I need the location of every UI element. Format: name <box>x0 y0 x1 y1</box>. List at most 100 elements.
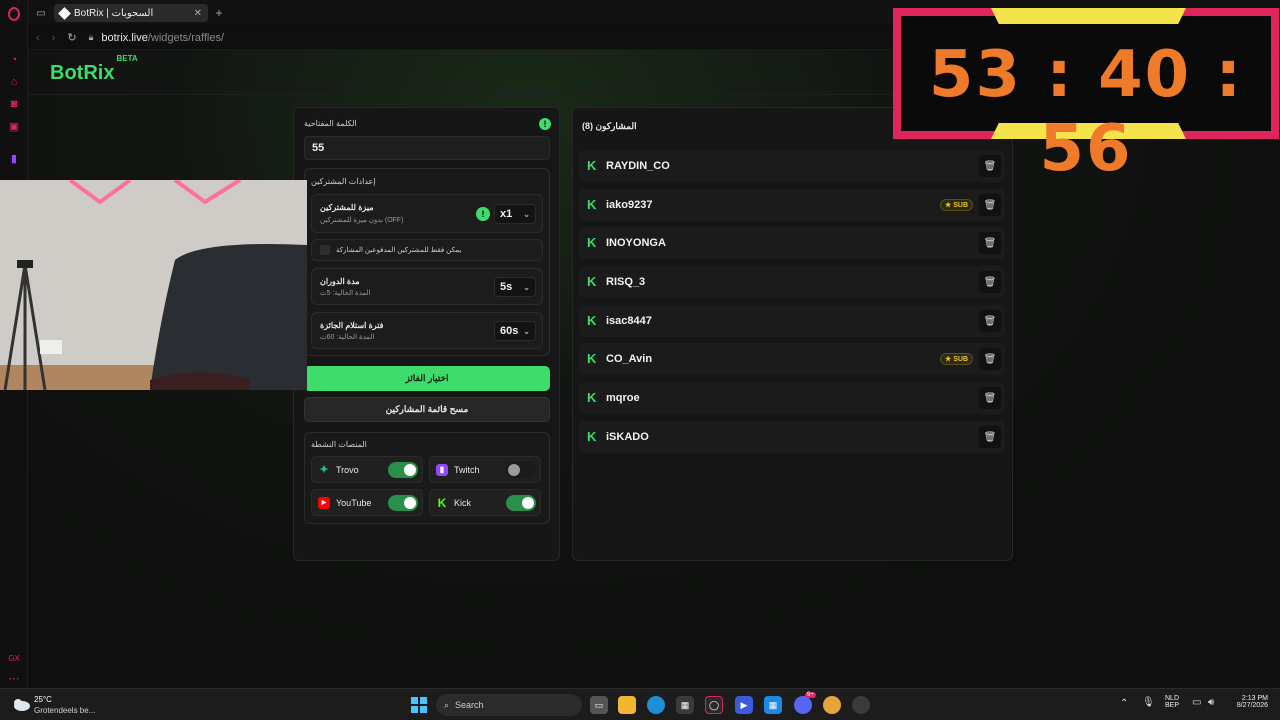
url-field[interactable]: botrix.live/widgets/raffles/ <box>101 32 224 44</box>
sub-feature-info-icon[interactable]: ! <box>476 207 490 221</box>
raffle-settings-panel: الكلمة المفتاحية ! 55 إعدادات المشتركين … <box>293 107 560 561</box>
kick-icon: K <box>587 274 597 289</box>
clear-participants-button[interactable]: مسح قائمة المشاركين <box>304 397 550 422</box>
botrix-logo[interactable]: BotRixBETA <box>50 54 138 85</box>
claim-period-select[interactable]: 60s ⌄ <box>494 321 536 341</box>
grid-app-icon[interactable]: ▦ <box>764 696 782 714</box>
windows-start-icon[interactable] <box>410 696 428 714</box>
claim-title: فترة استلام الجائزة <box>320 321 384 330</box>
platform-twitch: ▮ Twitch <box>429 456 541 483</box>
platform-youtube: ▶ YouTube <box>311 489 423 516</box>
beta-badge: BETA <box>116 54 138 64</box>
keyword-input[interactable]: 55 <box>304 136 550 160</box>
taskbar-search[interactable]: ⌕ Search <box>436 694 582 716</box>
paid-only-row[interactable]: يمكن فقط للمشتركين المدفوعين المشاركة <box>311 239 543 261</box>
weather-desc[interactable]: Grotendeels be... <box>34 706 95 715</box>
file-explorer-icon[interactable] <box>618 696 636 714</box>
spin-value: 5s <box>500 281 513 293</box>
pick-winner-button[interactable]: اختيار الفائز <box>304 366 550 391</box>
webcam-overlay <box>0 180 307 390</box>
url-host: botrix.live <box>101 31 148 44</box>
weather-temp[interactable]: 25°C <box>34 695 52 704</box>
tab-title: BotRix | السحوبات <box>74 7 154 19</box>
twitch-icon: ▮ <box>436 463 448 476</box>
delete-participant-icon[interactable]: 🗑︎ <box>979 310 1001 332</box>
volume-icon[interactable]: 🔊︎ <box>1208 697 1214 708</box>
clock-date: 8/27/2026 <box>1236 702 1268 709</box>
search-placeholder: Search <box>455 700 484 710</box>
sub-multiplier-select[interactable]: x1 ⌄ <box>494 204 536 224</box>
shopping-icon[interactable]: ⌂ <box>6 74 22 90</box>
platforms-title: المنصات النشطة <box>311 440 367 449</box>
clock[interactable]: 2:13 PM 8/27/2026 <box>1228 695 1268 709</box>
spin-duration-row: مدة الدوران المدة الحالية: 5ث 5s ⌄ <box>311 268 543 305</box>
claim-desc: المدة الحالية: 60ث <box>320 334 375 341</box>
platform-name: Kick <box>454 497 472 508</box>
new-tab-button[interactable]: + <box>212 4 226 22</box>
more-icon[interactable]: ⋯ <box>6 670 22 686</box>
weather-icon[interactable] <box>12 697 30 711</box>
messenger-icon[interactable]: ◙ <box>6 96 22 112</box>
app-circle-icon[interactable] <box>852 696 870 714</box>
kick-icon: K <box>587 235 597 250</box>
instagram-icon[interactable]: ▣ <box>6 118 22 134</box>
app-icon[interactable]: ▶ <box>735 696 753 714</box>
language-indicator[interactable]: NLD BEP <box>1165 695 1179 709</box>
sub-multiplier-value: x1 <box>500 208 513 220</box>
back-icon[interactable]: ‹ <box>36 32 40 44</box>
participant-settings-title: إعدادات المشتركين <box>311 177 376 186</box>
trovo-toggle[interactable] <box>388 462 418 478</box>
delete-participant-icon[interactable]: 🗑︎ <box>979 271 1001 293</box>
delete-participant-icon[interactable]: 🗑︎ <box>979 194 1001 216</box>
search-icon: ⌕ <box>444 699 450 710</box>
discord-badge: 9+ <box>805 692 816 698</box>
microphone-icon[interactable]: 🎙︎ <box>1142 697 1155 708</box>
reload-icon[interactable]: ↻ <box>67 31 76 44</box>
active-platforms-group: المنصات النشطة ✦ Trovo ▮ Twitch ▶ YouTub… <box>304 432 550 524</box>
sub-badge-label: SUB <box>953 355 968 363</box>
opera-gx-icon[interactable]: ◯ <box>705 696 723 714</box>
task-view-icon[interactable]: ▭ <box>590 696 608 714</box>
lang-bottom: BEP <box>1165 702 1180 709</box>
aria-icon[interactable]: ◔ <box>6 52 22 68</box>
spin-desc: المدة الحالية: 5ث <box>320 290 371 297</box>
kick-toggle[interactable] <box>506 495 536 511</box>
store-icon[interactable]: ▦ <box>676 696 694 714</box>
network-icon[interactable]: ▭ <box>1192 697 1201 708</box>
keyword-info-icon[interactable]: ! <box>539 118 551 130</box>
twitch-toggle[interactable] <box>506 462 536 478</box>
timer-value: 53 : 40 : 56 <box>928 38 1244 186</box>
paid-only-checkbox[interactable] <box>320 245 330 255</box>
chrome-icon[interactable] <box>823 696 841 714</box>
delete-participant-icon[interactable]: 🗑︎ <box>979 232 1001 254</box>
chevron-down-icon: ⌄ <box>523 326 530 336</box>
opera-logo-icon[interactable] <box>6 6 22 22</box>
youtube-icon: ▶ <box>318 496 330 509</box>
delete-participant-icon[interactable]: 🗑︎ <box>979 348 1001 370</box>
twitch-icon[interactable]: ▮ <box>6 150 22 166</box>
workspaces-icon[interactable]: ▭ <box>32 4 50 22</box>
forward-icon[interactable]: › <box>52 32 56 44</box>
delete-participant-icon[interactable]: 🗑︎ <box>979 387 1001 409</box>
tab-botrix[interactable]: BotRix | السحوبات ✕ <box>54 4 208 22</box>
botrix-favicon-icon <box>58 6 71 20</box>
spin-duration-select[interactable]: 5s ⌄ <box>494 277 536 297</box>
kick-icon: K <box>437 495 447 510</box>
taskbar: 25°C Grotendeels be... ⌕ Search ▭ ▦ ◯ ▶ … <box>0 688 1280 720</box>
lock-icon[interactable]: 🔒︎ <box>89 32 94 43</box>
gx-icon[interactable]: GX <box>6 650 22 666</box>
platform-name: Twitch <box>454 464 480 475</box>
participant-name: isac8447 <box>606 315 652 327</box>
close-tab-icon[interactable]: ✕ <box>194 8 202 19</box>
edge-icon[interactable] <box>647 696 665 714</box>
kick-icon: K <box>587 313 597 328</box>
discord-icon[interactable] <box>794 696 812 714</box>
clock-time: 2:13 PM <box>1241 695 1268 702</box>
youtube-toggle[interactable] <box>388 495 418 511</box>
sub-feature-title: ميزة للمشتركين <box>320 203 374 212</box>
participant-row: K iSKADO 🗑︎ <box>579 421 1005 453</box>
sub-badge: ★ SUB <box>939 199 973 211</box>
tray-chevron-icon[interactable]: ⌃ <box>1120 698 1128 709</box>
delete-participant-icon[interactable]: 🗑︎ <box>979 426 1001 448</box>
chevron-down-icon: ⌄ <box>523 282 530 292</box>
